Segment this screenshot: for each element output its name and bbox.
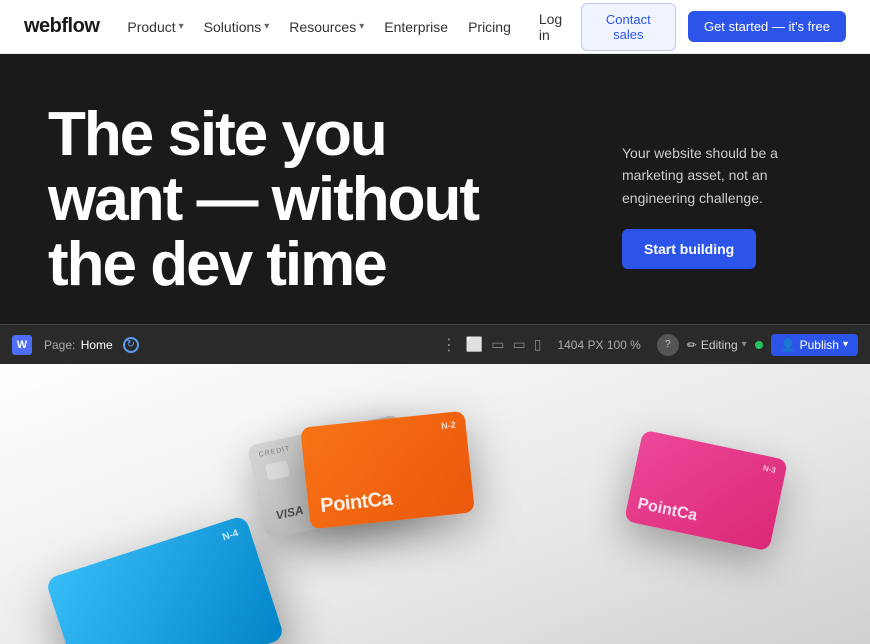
editor-logo: W <box>12 335 32 355</box>
refresh-icon[interactable]: ↻ <box>123 337 139 353</box>
card-blue: N-4 ointCa <box>45 515 285 644</box>
mobile-landscape-icon[interactable]: ▭ <box>513 336 526 353</box>
card-num-orange: N-2 <box>441 420 456 431</box>
sync-status-icon <box>755 341 763 349</box>
editor-right-actions: ? ✏ Editing ▾ 👤 Publish ▾ <box>657 334 858 356</box>
device-icons: ⬜ ▭ ▭ ▯ <box>466 336 542 353</box>
solutions-chevron-icon: ▾ <box>264 21 269 32</box>
resources-chevron-icon: ▾ <box>359 21 364 32</box>
card-num-pink: N-3 <box>762 463 776 474</box>
editor-page-label: Page: Home <box>44 338 113 352</box>
nav-product[interactable]: Product ▾ <box>127 19 183 35</box>
nav-resources[interactable]: Resources ▾ <box>289 19 364 35</box>
editing-mode[interactable]: ✏ Editing ▾ <box>687 338 747 352</box>
nav-pricing[interactable]: Pricing <box>468 19 511 35</box>
card-brand-blue: ointCa <box>85 633 166 644</box>
hero-left: The site you want — without the dev time <box>48 102 602 297</box>
product-chevron-icon: ▾ <box>179 21 184 32</box>
card-brand-orange: PointCa <box>319 488 393 518</box>
hero-title: The site you want — without the dev time <box>48 102 568 297</box>
preview-canvas: VISA N-2 CREDIT N-2 PointCa N-3 PointCa … <box>0 364 870 644</box>
user-icon: 👤 <box>781 338 796 352</box>
resolution-display: 1404 PX 100 % <box>557 338 640 352</box>
card-orange: N-2 PointCa <box>300 411 475 530</box>
hero-subtitle: Your website should be a marketing asset… <box>622 142 822 209</box>
desktop-icon[interactable]: ⬜ <box>466 336 483 353</box>
tablet-icon[interactable]: ▭ <box>491 336 504 353</box>
navigation: webflow Product ▾ Solutions ▾ Resources … <box>0 0 870 54</box>
logo[interactable]: webflow <box>24 15 99 38</box>
editor-toolbar: W Page: Home ↻ ⋮ ⬜ ▭ ▭ ▯ 1404 PX 100 % ?… <box>0 324 870 364</box>
nav-enterprise[interactable]: Enterprise <box>384 19 448 35</box>
more-options-icon[interactable]: ⋮ <box>441 335 458 355</box>
card-pink: N-3 PointCa <box>624 430 788 552</box>
hero-section: The site you want — without the dev time… <box>0 54 870 324</box>
mobile-portrait-icon[interactable]: ▯ <box>534 336 542 353</box>
publish-chevron-icon: ▾ <box>843 339 848 350</box>
hero-right: Your website should be a marketing asset… <box>602 102 822 269</box>
nav-solutions[interactable]: Solutions ▾ <box>204 19 270 35</box>
get-started-button[interactable]: Get started — it's free <box>688 11 846 42</box>
card-chip <box>265 460 290 480</box>
start-building-button[interactable]: Start building <box>622 229 756 269</box>
card-brand-pink: PointCa <box>636 495 699 525</box>
nav-actions: Log in Contact sales Get started — it's … <box>539 3 846 51</box>
contact-sales-button[interactable]: Contact sales <box>581 3 676 51</box>
nav-links: Product ▾ Solutions ▾ Resources ▾ Enterp… <box>127 19 510 35</box>
preview-area: VISA N-2 CREDIT N-2 PointCa N-3 PointCa … <box>0 364 870 644</box>
login-link[interactable]: Log in <box>539 11 569 43</box>
card-num-blue: N-4 <box>221 528 240 543</box>
card-visa-label: VISA <box>274 503 304 523</box>
user-avatar: ? <box>657 334 679 356</box>
editing-chevron-icon: ▾ <box>742 339 747 350</box>
card-credit-label: CREDIT <box>258 445 291 459</box>
publish-button[interactable]: 👤 Publish ▾ <box>771 334 858 356</box>
